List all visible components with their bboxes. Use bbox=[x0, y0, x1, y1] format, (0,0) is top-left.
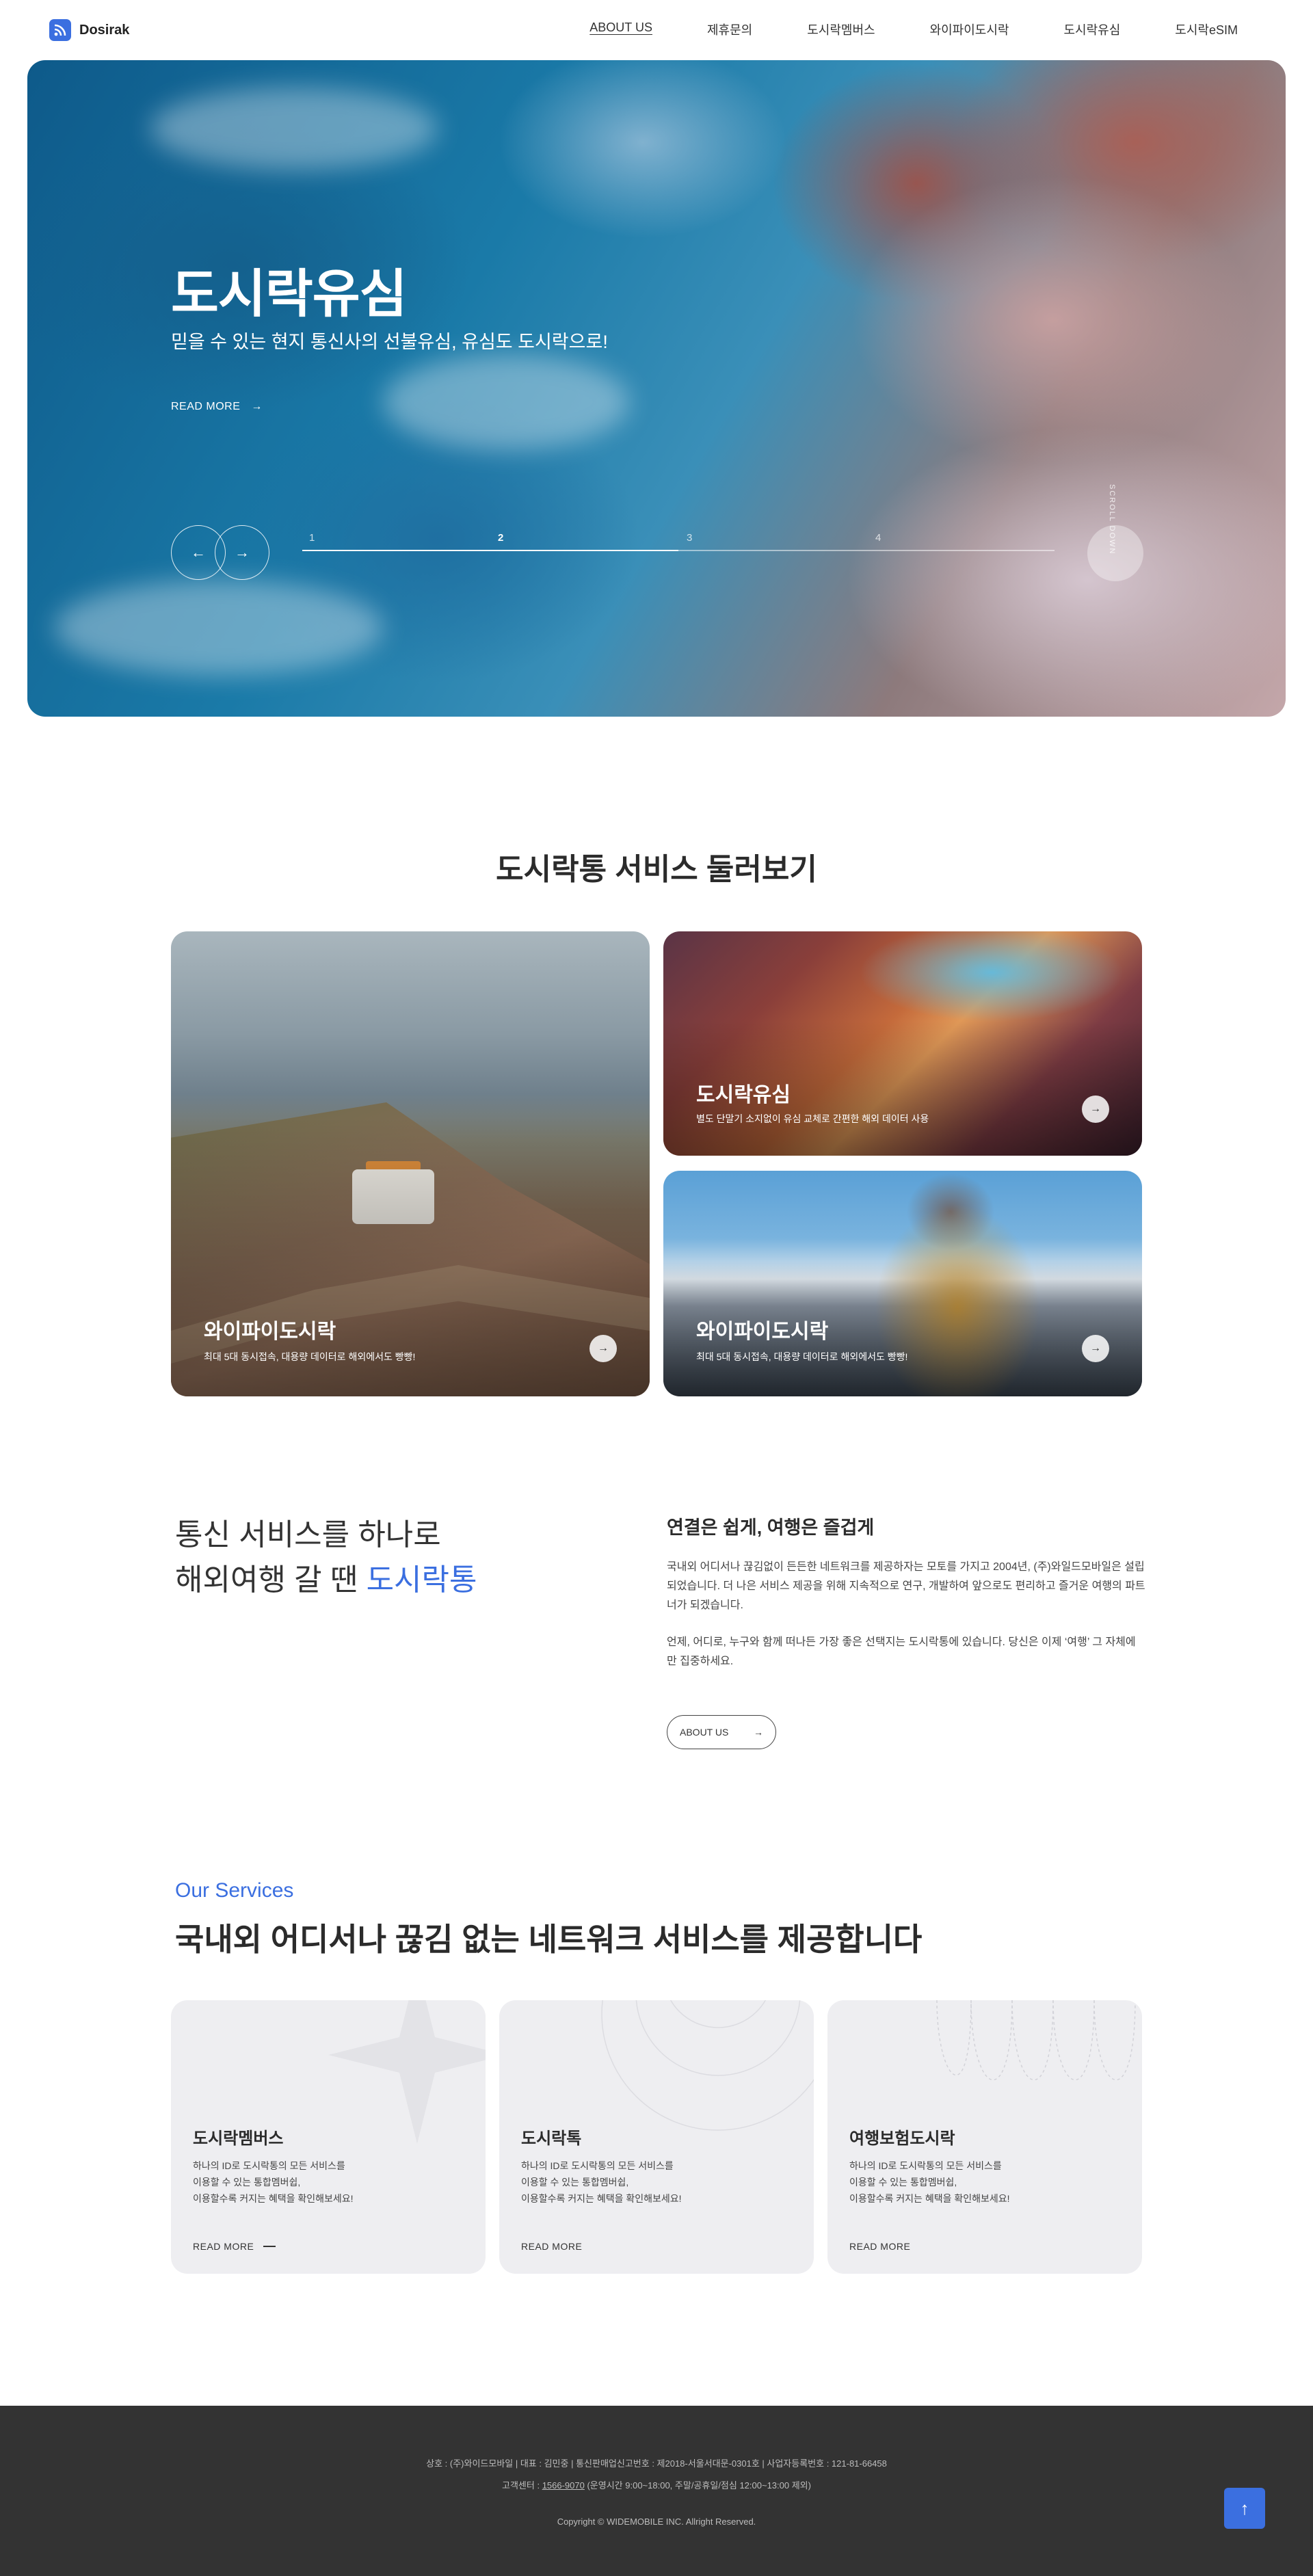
hero-slide-number[interactable]: 1 bbox=[309, 532, 315, 544]
nav-item-usim[interactable]: 도시락유심 bbox=[1063, 21, 1120, 38]
arrow-right-icon: → bbox=[754, 1727, 763, 1738]
about-paragraph: 언제, 어디로, 누구와 함께 떠나든 가장 좋은 선택지는 도시락통에 있습니… bbox=[667, 1636, 1136, 1667]
overview-title: 도시락통 서비스 둘러보기 bbox=[496, 853, 817, 886]
read-more-label: READ MORE bbox=[849, 2241, 911, 2252]
footer-cs-label: 고객센터 : bbox=[502, 2480, 542, 2491]
service-card-desc: 이용할 수 있는 통합멤버쉽, bbox=[193, 2177, 301, 2188]
arrow-left-icon: ← bbox=[191, 544, 206, 561]
about-us-button[interactable]: ABOUT US → bbox=[667, 1715, 776, 1749]
hero-slide-number[interactable]: 4 bbox=[875, 532, 881, 544]
hero-slider: 도시락유심 믿을 수 있는 현지 통신사의 선불유심, 유심도 도시락으로! R… bbox=[27, 60, 1286, 717]
arrow-up-icon: ↑ bbox=[1240, 2497, 1249, 2519]
card-desc: 최대 5대 동시접속, 대용량 데이터로 해외에서도 빵빵! bbox=[696, 1351, 908, 1362]
dash-icon bbox=[263, 2246, 276, 2247]
service-card-desc: 이용할 수 있는 통합멤버쉽, bbox=[521, 2177, 629, 2188]
service-card-desc: 이용할 수 있는 통합멤버쉽, bbox=[849, 2177, 957, 2188]
hero-slide-number[interactable]: 3 bbox=[687, 532, 692, 544]
service-card-title: 여행보험도시락 bbox=[849, 2129, 955, 2148]
about-paragraph: 국내외 어디서나 끊김없이 든든한 네트워크를 제공하자는 모토를 가지고 20… bbox=[667, 1561, 1145, 1611]
nav-item-esim[interactable]: 도시락eSIM bbox=[1175, 21, 1238, 38]
circles-decoration-icon bbox=[601, 2000, 814, 2131]
hero-next-button[interactable]: → bbox=[215, 525, 269, 580]
card-title: 와이파이도시락 bbox=[204, 1320, 336, 1343]
site-footer: 상호 : (주)와이드모바일 | 대표 : 김민중 | 통신판매업신고번호 : … bbox=[0, 2406, 1313, 2576]
logo[interactable]: Dosirak bbox=[49, 19, 129, 41]
scroll-to-top-button[interactable]: ↑ bbox=[1224, 2488, 1265, 2529]
service-card-desc: 하나의 ID로 도시락통의 모든 서비스를 bbox=[521, 2160, 674, 2171]
scroll-down-label: SCROLL DOWN bbox=[1108, 484, 1116, 555]
service-card-wifi[interactable]: 와이파이도시락 최대 5대 동시접속, 대용량 데이터로 해외에서도 빵빵! → bbox=[171, 931, 650, 1396]
footer-customer-center: 고객센터 : 1566-9070 (운영시간 9:00~18:00, 주말/공휴… bbox=[0, 2478, 1313, 2491]
services-title: 국내외 어디서나 끊김 없는 네트워크 서비스를 제공합니다 bbox=[175, 1922, 923, 1957]
services-eyebrow: Our Services bbox=[175, 1879, 294, 1902]
footer-copyright: Copyright © WIDEMOBILE INC. Allright Res… bbox=[557, 2517, 756, 2527]
service-card-insurance[interactable]: 여행보험도시락 하나의 ID로 도시락통의 모든 서비스를 이용할 수 있는 통… bbox=[827, 2000, 1142, 2274]
hero-read-more-label: READ MORE bbox=[171, 401, 241, 412]
footer-phone-link[interactable]: 1566-9070 bbox=[542, 2480, 585, 2491]
about-headline-prefix: 해외여행 갈 땐 bbox=[175, 1563, 367, 1597]
service-card-members[interactable]: 도시락멤버스 하나의 ID로 도시락통의 모든 서비스를 이용할 수 있는 통합… bbox=[171, 2000, 486, 2274]
service-card-wifi-2[interactable]: 와이파이도시락 최대 5대 동시접속, 대용량 데이터로 해외에서도 빵빵! → bbox=[663, 1171, 1142, 1396]
star-decoration-icon bbox=[328, 2000, 486, 2144]
about-headline-highlight: 도시락통 bbox=[366, 1563, 477, 1597]
footer-company-info: 상호 : (주)와이드모바일 | 대표 : 김민중 | 통신판매업신고번호 : … bbox=[426, 2458, 887, 2469]
arrow-right-icon: → bbox=[251, 401, 263, 412]
service-card-desc: 이용할수록 커지는 혜택을 확인해보세요! bbox=[521, 2193, 682, 2204]
card-desc: 별도 단말기 소지없이 유심 교체로 간편한 해외 데이터 사용 bbox=[696, 1113, 929, 1124]
service-card-desc: 하나의 ID로 도시락통의 모든 서비스를 bbox=[193, 2160, 345, 2171]
hero-subtitle: 믿을 수 있는 현지 통신사의 선불유심, 유심도 도시락으로! bbox=[171, 332, 608, 352]
logo-rss-icon bbox=[49, 19, 71, 41]
hero-title: 도시락유심 bbox=[171, 265, 408, 323]
hero-progress-fill bbox=[302, 550, 678, 551]
nav-item-partnership[interactable]: 제휴문의 bbox=[707, 21, 752, 38]
read-more-label: READ MORE bbox=[521, 2241, 583, 2252]
nav-item-about-us[interactable]: ABOUT US bbox=[589, 21, 652, 38]
card-title: 와이파이도시락 bbox=[696, 1320, 829, 1343]
hero-foam bbox=[383, 354, 629, 450]
hero-read-more-link[interactable]: READ MORE → bbox=[171, 401, 263, 413]
footer-cs-hours: (운영시간 9:00~18:00, 주말/공휴일/점심 12:00~13:00 … bbox=[584, 2480, 811, 2491]
service-card-desc: 하나의 ID로 도시락통의 모든 서비스를 bbox=[849, 2160, 1002, 2171]
read-more-label: READ MORE bbox=[193, 2241, 254, 2252]
service-read-more-link[interactable]: READ MORE bbox=[849, 2241, 910, 2252]
arrow-right-icon[interactable]: → bbox=[1082, 1335, 1109, 1362]
about-us-button-label: ABOUT US bbox=[680, 1727, 729, 1738]
site-header: Dosirak ABOUT US 제휴문의 도시락멤버스 와이파이도시락 도시락… bbox=[0, 0, 1313, 59]
hero-foam bbox=[55, 580, 383, 676]
service-card-desc: 이용할수록 커지는 혜택을 확인해보세요! bbox=[193, 2193, 354, 2204]
nav-item-wifi[interactable]: 와이파이도시락 bbox=[930, 21, 1009, 38]
main-nav: ABOUT US 제휴문의 도시락멤버스 와이파이도시락 도시락유심 도시락eS… bbox=[535, 21, 1238, 38]
loops-decoration-icon bbox=[936, 2000, 1136, 2080]
service-card-usim[interactable]: 도시락유심 별도 단말기 소지없이 유심 교체로 간편한 해외 데이터 사용 → bbox=[663, 931, 1142, 1156]
nav-item-members[interactable]: 도시락멤버스 bbox=[807, 21, 875, 38]
about-headline-line2: 해외여행 갈 땐 도시락통 bbox=[175, 1555, 477, 1599]
about-headline-line1: 통신 서비스를 하나로 bbox=[175, 1518, 441, 1552]
service-read-more-link[interactable]: READ MORE bbox=[193, 2241, 276, 2252]
service-card-title: 도시락멤버스 bbox=[193, 2129, 284, 2148]
logo-text: Dosirak bbox=[79, 22, 130, 38]
about-heading: 연결은 쉽게, 여행은 즐겁게 bbox=[667, 1517, 875, 1538]
card-title: 도시락유심 bbox=[696, 1084, 791, 1106]
arrow-right-icon[interactable]: → bbox=[589, 1335, 617, 1362]
arrow-right-icon: → bbox=[235, 544, 250, 561]
service-read-more-link[interactable]: READ MORE bbox=[521, 2241, 582, 2252]
hero-progress-track bbox=[302, 550, 1055, 551]
service-card-title: 도시락톡 bbox=[521, 2129, 582, 2148]
hero-foam bbox=[150, 88, 438, 170]
hero-slide-number-current[interactable]: 2 bbox=[498, 532, 503, 544]
arrow-right-icon[interactable]: → bbox=[1082, 1096, 1109, 1123]
service-card-desc: 이용할수록 커지는 혜택을 확인해보세요! bbox=[849, 2193, 1010, 2204]
service-card-talk[interactable]: 도시락톡 하나의 ID로 도시락통의 모든 서비스를 이용할 수 있는 통합멤버… bbox=[499, 2000, 814, 2274]
card-desc: 최대 5대 동시접속, 대용량 데이터로 해외에서도 빵빵! bbox=[204, 1351, 416, 1362]
